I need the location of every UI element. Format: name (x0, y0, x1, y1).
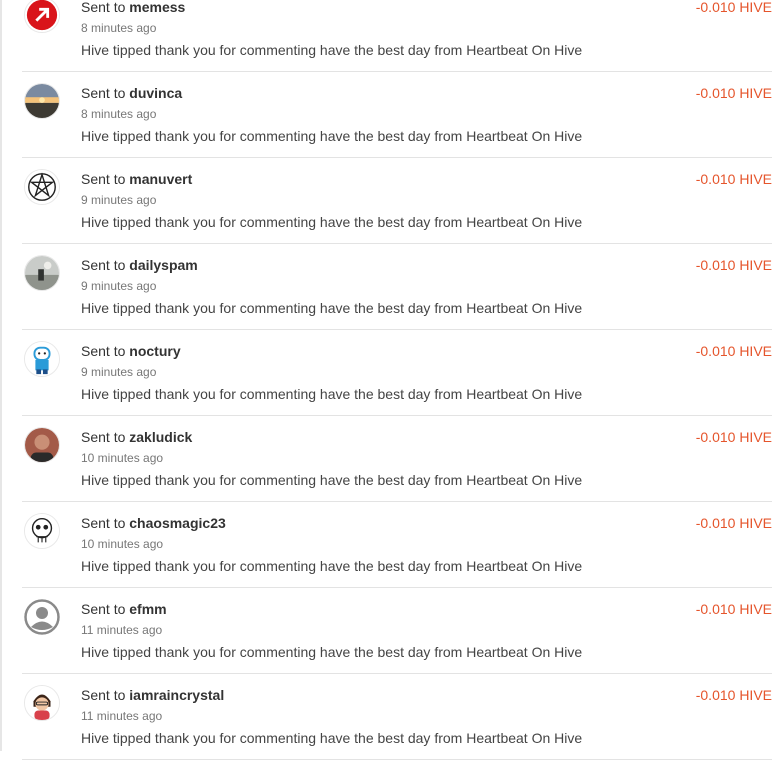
amount: -0.010 HIVE (695, 687, 772, 703)
amount: -0.010 HIVE (695, 257, 772, 273)
recipient-link[interactable]: iamraincrystal (129, 687, 224, 703)
memo-text: Hive tipped thank you for commenting hav… (81, 558, 583, 574)
amount: -0.010 HIVE (695, 601, 772, 617)
recipient-link[interactable]: dailyspam (129, 257, 197, 273)
memo-text: Hive tipped thank you for commenting hav… (81, 386, 583, 402)
sent-to-label: Sent to (81, 0, 126, 15)
memo-text: Hive tipped thank you for commenting hav… (81, 730, 583, 746)
red-logo-icon[interactable] (24, 0, 60, 33)
transfer-row: Sent to dailyspam 9 minutes ago Hive tip… (22, 244, 772, 330)
recipient-link[interactable]: memess (129, 0, 185, 15)
transfer-row: Sent to duvinca 8 minutes ago Hive tippe… (22, 72, 772, 158)
timestamp: 9 minutes ago (81, 279, 157, 293)
sent-to-label: Sent to (81, 687, 126, 703)
skull-drawing-icon[interactable] (24, 513, 60, 549)
cartoon-character-icon[interactable] (24, 341, 60, 377)
timestamp: 11 minutes ago (81, 623, 163, 637)
sent-to-label: Sent to (81, 429, 126, 445)
transfer-row: Sent to efmm 11 minutes ago Hive tipped … (22, 588, 772, 674)
recipient-link[interactable]: efmm (129, 601, 166, 617)
timestamp: 10 minutes ago (81, 537, 164, 551)
landscape-photo-icon[interactable] (24, 255, 60, 291)
sent-to-label: Sent to (81, 515, 126, 531)
transfer-row: Sent to zakludick 10 minutes ago Hive ti… (22, 416, 772, 502)
recipient-link[interactable]: noctury (129, 343, 180, 359)
amount: -0.010 HIVE (695, 515, 772, 531)
timestamp: 8 minutes ago (81, 21, 157, 35)
person-photo-icon[interactable] (24, 427, 60, 463)
memo-text: Hive tipped thank you for commenting hav… (81, 214, 583, 230)
left-border (0, 0, 2, 751)
sunset-photo-icon[interactable] (24, 83, 60, 119)
cartoon-avatar-icon[interactable] (24, 685, 60, 721)
amount: -0.010 HIVE (695, 429, 772, 445)
timestamp: 9 minutes ago (81, 193, 157, 207)
recipient-link[interactable]: duvinca (129, 85, 182, 101)
recipient-link[interactable]: zakludick (129, 429, 192, 445)
recipient-link[interactable]: chaosmagic23 (129, 515, 226, 531)
sent-to-label: Sent to (81, 601, 126, 617)
amount: -0.010 HIVE (695, 0, 772, 15)
transfer-row: Sent to iamraincrystal 11 minutes ago Hi… (22, 674, 772, 760)
transfer-history-list: Sent to memess 8 minutes ago Hive tipped… (22, 0, 772, 760)
amount: -0.010 HIVE (695, 85, 772, 101)
timestamp: 10 minutes ago (81, 451, 164, 465)
sent-to-label: Sent to (81, 171, 126, 187)
memo-text: Hive tipped thank you for commenting hav… (81, 472, 583, 488)
memo-text: Hive tipped thank you for commenting hav… (81, 300, 583, 316)
default-user-icon[interactable] (24, 599, 60, 635)
amount: -0.010 HIVE (695, 343, 772, 359)
timestamp: 8 minutes ago (81, 107, 157, 121)
memo-text: Hive tipped thank you for commenting hav… (81, 42, 583, 58)
sent-to-label: Sent to (81, 257, 126, 273)
amount: -0.010 HIVE (695, 171, 772, 187)
transfer-row: Sent to chaosmagic23 10 minutes ago Hive… (22, 502, 772, 588)
recipient-link[interactable]: manuvert (129, 171, 192, 187)
memo-text: Hive tipped thank you for commenting hav… (81, 128, 583, 144)
timestamp: 11 minutes ago (81, 709, 163, 723)
sent-to-label: Sent to (81, 85, 126, 101)
transfer-row: Sent to memess 8 minutes ago Hive tipped… (22, 0, 772, 72)
transfer-row: Sent to manuvert 9 minutes ago Hive tipp… (22, 158, 772, 244)
pentagram-icon[interactable] (24, 169, 60, 205)
memo-text: Hive tipped thank you for commenting hav… (81, 644, 583, 660)
transfer-row: Sent to noctury 9 minutes ago Hive tippe… (22, 330, 772, 416)
sent-to-label: Sent to (81, 343, 126, 359)
timestamp: 9 minutes ago (81, 365, 157, 379)
